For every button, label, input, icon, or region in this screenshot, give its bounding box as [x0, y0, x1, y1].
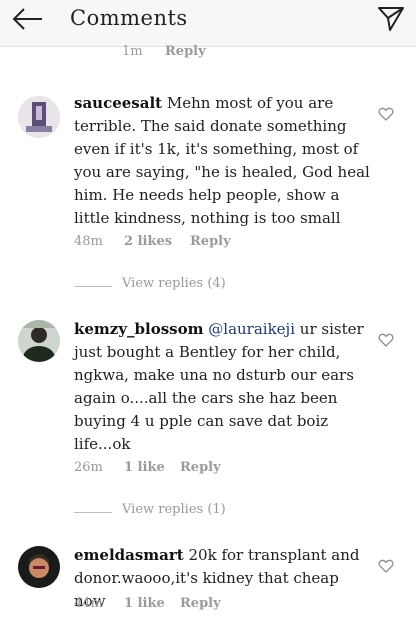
comment-username[interactable]: emeldasmart: [74, 546, 184, 564]
comment-username[interactable]: kemzy_blossom: [74, 320, 204, 338]
heart-icon: [378, 333, 394, 347]
header-bar: Comments: [0, 0, 416, 47]
view-replies-label: View replies (4): [122, 276, 226, 291]
like-button[interactable]: [378, 106, 394, 122]
back-arrow-icon: [12, 8, 42, 30]
send-icon: [378, 7, 404, 31]
mention-link[interactable]: @lauraikeji: [208, 320, 295, 338]
comment-likes[interactable]: 2 likes: [124, 234, 172, 249]
top-reply-button[interactable]: Reply: [165, 44, 206, 59]
avatar-image: [18, 96, 60, 138]
comment-item: sauceesalt Mehn most of you are terrible…: [0, 92, 416, 302]
reply-button[interactable]: Reply: [190, 234, 231, 249]
avatar-image: [18, 546, 60, 588]
comment-time: 44m: [74, 596, 103, 611]
like-button[interactable]: [378, 558, 394, 574]
avatar[interactable]: [18, 96, 60, 138]
page-title: Comments: [70, 6, 188, 30]
comment-username[interactable]: sauceesalt: [74, 94, 162, 112]
avatar[interactable]: [18, 320, 60, 362]
comment-item: emeldasmart 20k for transplant and donor…: [0, 544, 416, 640]
view-replies-label: View replies (1): [122, 502, 226, 517]
top-comment-time: 1m: [122, 44, 143, 59]
view-replies-button[interactable]: View replies (4): [74, 276, 274, 296]
comment-item: kemzy_blossom @lauraikeji ur sister just…: [0, 318, 416, 528]
comment-time: 48m: [74, 234, 103, 249]
comment-text: Mehn most of you are terrible. The said …: [74, 94, 370, 227]
comment-body: emeldasmart 20k for transplant and donor…: [74, 544, 370, 613]
send-button[interactable]: [376, 4, 406, 34]
reply-button[interactable]: Reply: [180, 460, 221, 475]
reply-button[interactable]: Reply: [180, 596, 221, 611]
comment-likes[interactable]: 1 like: [124, 596, 165, 611]
like-button[interactable]: [378, 332, 394, 348]
comment-body: kemzy_blossom @lauraikeji ur sister just…: [74, 318, 370, 456]
divider-line: [74, 286, 112, 287]
heart-icon: [378, 107, 394, 121]
comment-text: ur sister just bought a Bentley for her …: [74, 320, 364, 453]
heart-icon: [378, 559, 394, 573]
avatar[interactable]: [18, 546, 60, 588]
view-replies-button[interactable]: View replies (1): [74, 502, 274, 522]
comment-likes[interactable]: 1 like: [124, 460, 165, 475]
comment-body: sauceesalt Mehn most of you are terrible…: [74, 92, 370, 230]
divider-line: [74, 512, 112, 513]
back-button[interactable]: [10, 5, 46, 33]
comment-time: 26m: [74, 460, 103, 475]
avatar-image: [18, 320, 60, 362]
